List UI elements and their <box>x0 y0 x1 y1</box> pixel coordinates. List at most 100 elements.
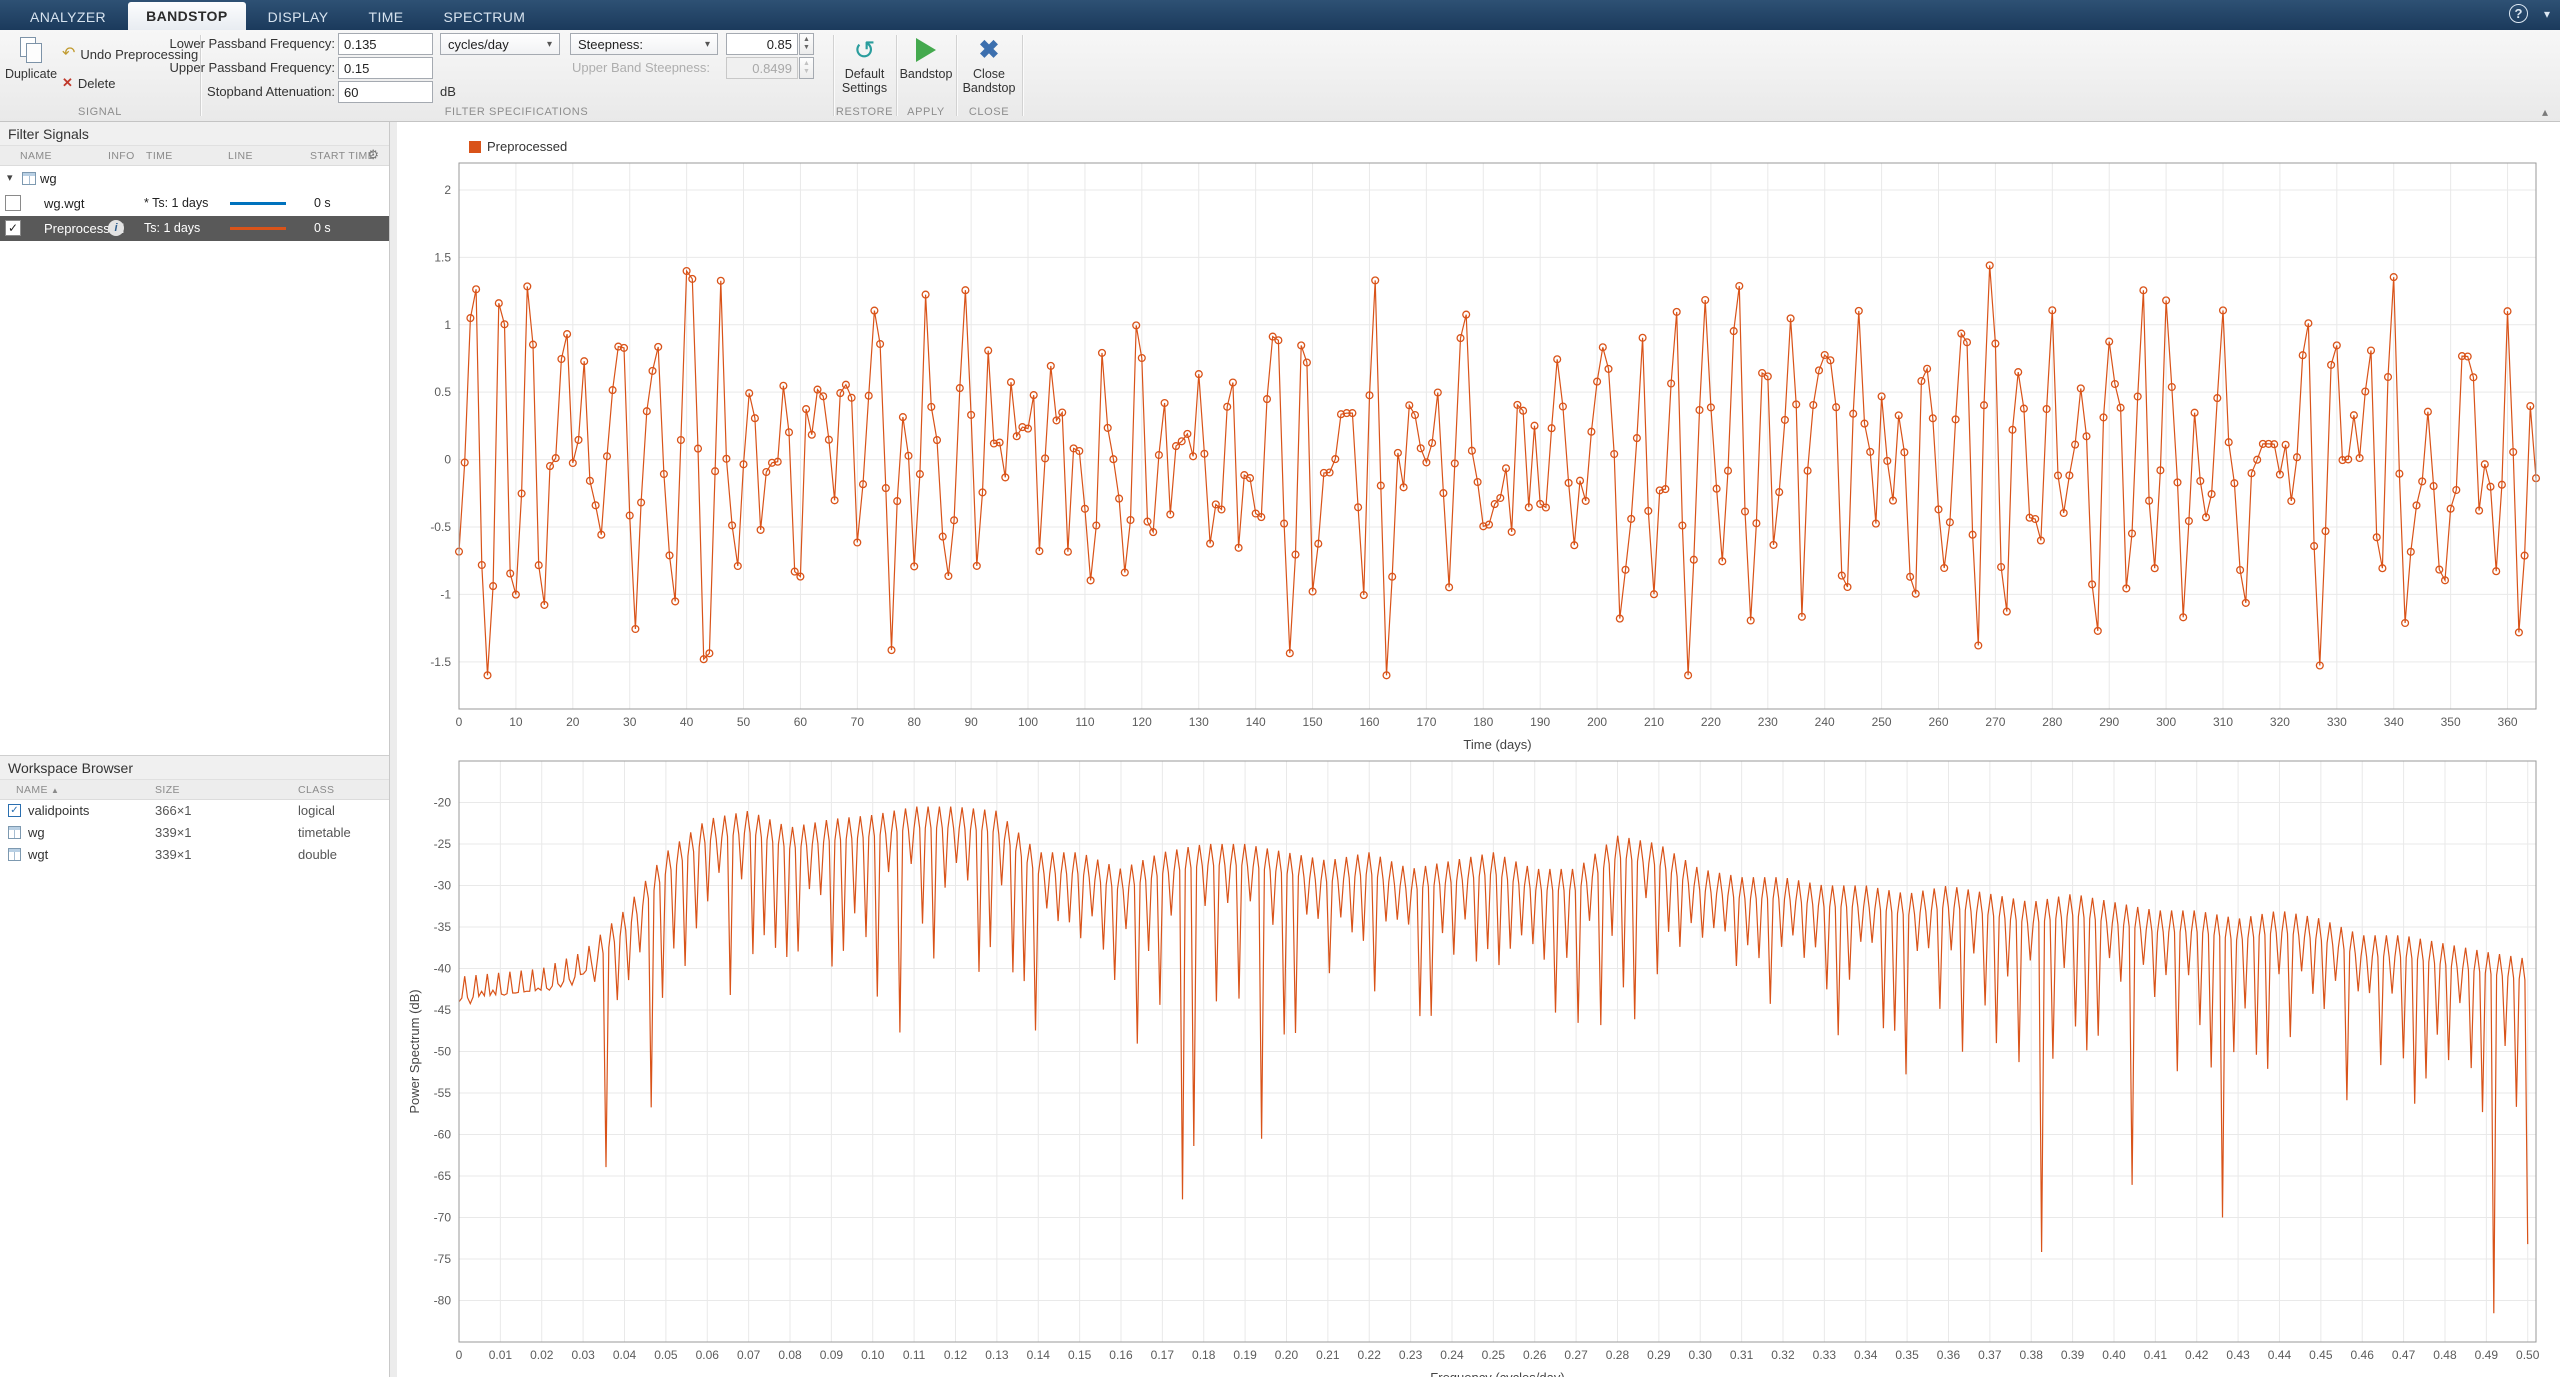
variable-class: double <box>298 844 337 866</box>
workspace-header: NAME▲SIZECLASS <box>0 780 389 800</box>
panel-splitter[interactable] <box>390 122 397 1377</box>
ws-column-class: CLASS <box>298 780 334 800</box>
svg-text:0.05: 0.05 <box>654 1348 678 1362</box>
workspace-row-wg[interactable]: wg 339×1 timetable <box>0 822 389 844</box>
default-settings-button[interactable]: ↺ Default Settings <box>836 35 893 95</box>
fs-column-info: INFO <box>108 146 135 166</box>
svg-text:-1: -1 <box>440 587 451 601</box>
restore-defaults-icon: ↺ <box>854 37 876 63</box>
variable-size: 339×1 <box>155 822 192 844</box>
stopband-attenuation-input[interactable] <box>338 81 433 103</box>
svg-text:0.47: 0.47 <box>2392 1348 2416 1362</box>
svg-text:-80: -80 <box>434 1294 452 1308</box>
svg-text:180: 180 <box>1473 715 1493 729</box>
section-label-filter-specifications: FILTER SPECIFICATIONS <box>200 105 833 119</box>
variable-size: 366×1 <box>155 800 192 822</box>
logical-icon: ✓ <box>8 804 21 817</box>
signal-row-Preprocessed[interactable]: ✓PreprocessediTs: 1 days0 s <box>0 216 389 241</box>
svg-text:0.12: 0.12 <box>944 1348 968 1362</box>
steepness-value-input[interactable] <box>726 33 798 55</box>
ws-column-size: SIZE <box>155 780 180 800</box>
svg-text:-55: -55 <box>434 1086 452 1100</box>
svg-text:0.20: 0.20 <box>1275 1348 1299 1362</box>
tab-bandstop[interactable]: BANDSTOP <box>128 2 246 30</box>
signal-time: * Ts: 1 days <box>144 191 208 216</box>
svg-text:0.32: 0.32 <box>1771 1348 1795 1362</box>
lower-passband-label: Lower Passband Frequency: <box>145 33 335 55</box>
bandstop-apply-button[interactable]: Bandstop <box>898 35 954 81</box>
section-label-close: CLOSE <box>956 105 1022 119</box>
spin-up-icon: ▲ <box>803 60 810 68</box>
fs-column-line: LINE <box>228 146 253 166</box>
svg-text:0.13: 0.13 <box>985 1348 1009 1362</box>
svg-text:-65: -65 <box>434 1169 452 1183</box>
signal-group-row-wg[interactable]: ▾ wg <box>0 166 389 191</box>
signal-checkbox[interactable] <box>5 195 21 211</box>
svg-text:160: 160 <box>1359 715 1379 729</box>
svg-text:360: 360 <box>2498 715 2518 729</box>
variable-name: wg <box>28 822 45 844</box>
svg-text:-70: -70 <box>434 1211 452 1225</box>
close-bandstop-button[interactable]: ✖ Close Bandstop <box>958 35 1020 95</box>
disclosure-triangle-icon[interactable]: ▾ <box>7 166 13 191</box>
duplicate-button[interactable]: Duplicate <box>2 35 60 81</box>
signal-group-name: wg <box>40 166 57 191</box>
frequency-units-select[interactable]: cycles/day ▾ <box>440 33 560 55</box>
svg-text:340: 340 <box>2384 715 2404 729</box>
svg-text:260: 260 <box>1928 715 1948 729</box>
chevron-down-icon[interactable]: ▾ <box>2544 7 2550 21</box>
svg-text:100: 100 <box>1018 715 1038 729</box>
play-icon <box>916 38 936 62</box>
tab-time[interactable]: TIME <box>351 4 422 30</box>
svg-text:30: 30 <box>623 715 637 729</box>
time-plot-svg[interactable]: 0102030405060708090100110120130140150160… <box>397 130 2560 753</box>
svg-text:-30: -30 <box>434 879 452 893</box>
filter-signals-header: ⚙ NAMEINFOTIMELINESTART TIME <box>0 146 389 166</box>
double-icon <box>8 848 21 861</box>
svg-text:20: 20 <box>566 715 580 729</box>
steepness-mode-select[interactable]: Steepness: ▾ <box>570 33 718 55</box>
svg-text:0.01: 0.01 <box>489 1348 513 1362</box>
steepness-spinner[interactable]: ▲ ▼ <box>799 33 814 55</box>
tab-analyzer[interactable]: ANALYZER <box>12 4 124 30</box>
svg-text:0.26: 0.26 <box>1523 1348 1547 1362</box>
delete-button[interactable]: ✕ Delete <box>62 74 115 92</box>
ribbon-collapse-caret[interactable]: ▴ <box>2542 105 2548 119</box>
svg-text:310: 310 <box>2213 715 2233 729</box>
signal-start-time: 0 s <box>314 216 331 241</box>
svg-text:0.02: 0.02 <box>530 1348 554 1362</box>
svg-text:200: 200 <box>1587 715 1607 729</box>
info-icon[interactable]: i <box>108 220 124 236</box>
signal-analyzer-app: ANALYZERBANDSTOPDISPLAYTIMESPECTRUM ? ▾ … <box>0 0 2560 1377</box>
toolstrip-ribbon: Duplicate ↶ Undo Preprocessing ✕ Delete … <box>0 30 2560 122</box>
signal-row-wg.wgt[interactable]: wg.wgt* Ts: 1 days0 s <box>0 191 389 216</box>
toolstrip-tabbar: ANALYZERBANDSTOPDISPLAYTIMESPECTRUM ? ▾ <box>0 0 2560 30</box>
svg-text:0.08: 0.08 <box>778 1348 802 1362</box>
svg-text:-40: -40 <box>434 962 452 976</box>
power-spectrum-xlabel: Frequency (cycles/day) <box>1430 1370 1564 1377</box>
lower-passband-input[interactable] <box>338 33 433 55</box>
workspace-row-wgt[interactable]: wgt339×1double <box>0 844 389 866</box>
spectrum-plot-svg[interactable]: 00.010.020.030.040.050.060.070.080.090.1… <box>397 753 2560 1377</box>
section-label-restore: RESTORE <box>833 105 896 119</box>
svg-text:0.5: 0.5 <box>434 385 451 399</box>
workspace-row-validpoints[interactable]: ✓validpoints366×1logical <box>0 800 389 822</box>
svg-text:10: 10 <box>509 715 523 729</box>
signal-checkbox[interactable]: ✓ <box>5 220 21 236</box>
tab-spectrum[interactable]: SPECTRUM <box>426 4 544 30</box>
upper-passband-input[interactable] <box>338 57 433 79</box>
help-icon[interactable]: ? <box>2509 4 2528 23</box>
svg-text:150: 150 <box>1303 715 1323 729</box>
svg-text:0: 0 <box>456 715 463 729</box>
time-series-grid <box>459 163 2536 709</box>
section-divider <box>956 35 957 116</box>
svg-text:0.09: 0.09 <box>820 1348 844 1362</box>
spin-down-icon: ▼ <box>803 44 810 52</box>
svg-text:0.44: 0.44 <box>2268 1348 2292 1362</box>
variable-class: timetable <box>298 822 351 844</box>
variable-size: 339×1 <box>155 844 192 866</box>
tab-display[interactable]: DISPLAY <box>250 4 347 30</box>
svg-text:320: 320 <box>2270 715 2290 729</box>
svg-text:-20: -20 <box>434 796 452 810</box>
svg-text:240: 240 <box>1815 715 1835 729</box>
